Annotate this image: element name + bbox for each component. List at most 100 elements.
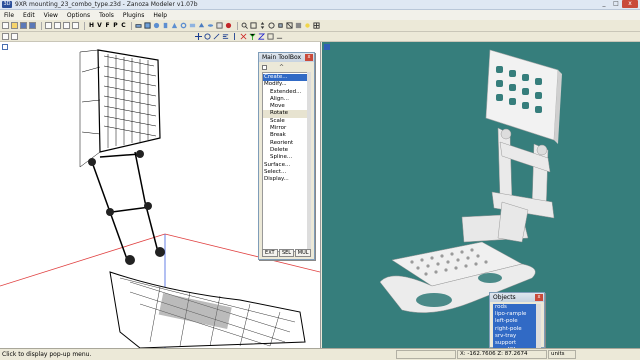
rotate-tool-icon[interactable] (204, 33, 211, 40)
main-toolbox-panel: Main ToolBox x ^ Create... Modify... Exten… (258, 52, 315, 260)
pyramid-icon[interactable] (198, 22, 205, 29)
object-list-item[interactable]: left-pole (493, 318, 536, 325)
new-file-icon[interactable] (2, 22, 9, 29)
scale-tool-icon[interactable] (213, 33, 220, 40)
toolbox-close-button[interactable]: x (305, 54, 313, 61)
tube-icon[interactable] (189, 22, 196, 29)
view-h-button[interactable]: H (88, 22, 95, 29)
view-c-button[interactable]: C (120, 22, 127, 29)
toolbox-scrollbar[interactable] (307, 72, 311, 252)
status-empty-cell (396, 350, 456, 359)
mul-button[interactable]: MUL (295, 249, 312, 257)
menu-edit[interactable]: Edit (23, 12, 35, 19)
toolbar-divider (41, 21, 42, 30)
toolbox-item[interactable]: Select... (263, 169, 310, 176)
minimize-button[interactable]: _ (598, 0, 610, 8)
undo-icon[interactable] (45, 22, 52, 29)
select-tool-icon[interactable] (2, 33, 9, 40)
toolbar-divider (84, 21, 85, 30)
plane-icon[interactable] (135, 22, 142, 29)
maximize-button[interactable]: □ (610, 0, 622, 8)
toolbox-item[interactable]: Display... (263, 176, 310, 183)
menu-tools[interactable]: Tools (99, 12, 114, 19)
toolbox-item[interactable]: Mirror (263, 125, 310, 132)
view-p-button[interactable]: P (112, 22, 119, 29)
toolbox-pin-icon[interactable] (262, 65, 267, 70)
toolbox-item[interactable]: Align... (263, 96, 310, 103)
zoom-region-icon[interactable] (250, 22, 257, 29)
viewport-corner-icon[interactable] (324, 44, 330, 50)
red-ball-icon[interactable] (225, 22, 232, 29)
toolbox-item[interactable]: Reorient (263, 140, 310, 147)
menu-plugins[interactable]: Plugins (123, 12, 145, 19)
light-icon[interactable] (304, 22, 311, 29)
object-list-item[interactable]: right-pole (493, 326, 536, 333)
toolbox-item[interactable]: Delete (263, 147, 310, 154)
object-list-item[interactable]: support (493, 340, 536, 347)
toolbox-item[interactable]: Create... (263, 74, 310, 82)
object-list-item[interactable]: lipo-rample (493, 311, 536, 318)
shaded-icon[interactable] (295, 22, 302, 29)
toolbox-titlebar[interactable]: Main ToolBox x (259, 53, 314, 62)
status-message: Click to display pop-up menu. (2, 351, 92, 358)
zoom-icon[interactable] (241, 22, 248, 29)
torus-icon[interactable] (180, 22, 187, 29)
fit-icon[interactable] (277, 22, 284, 29)
view-v-button[interactable]: V (96, 22, 103, 29)
orbit-icon[interactable] (268, 22, 275, 29)
menu-file[interactable]: File (4, 12, 14, 19)
mirror-tool-icon[interactable] (231, 33, 238, 40)
text-shape-icon[interactable] (216, 22, 223, 29)
grid-icon[interactable] (313, 22, 320, 29)
toolbox-collapse-icon[interactable]: ^ (279, 64, 284, 71)
axis-y-icon[interactable] (249, 33, 256, 40)
object-list-item[interactable]: srv-tray (493, 333, 536, 340)
box-icon[interactable] (144, 22, 151, 29)
align-tool-icon[interactable] (222, 33, 229, 40)
sel-button[interactable]: SEL (278, 249, 295, 257)
toolbox-item[interactable]: Surface... (263, 162, 310, 169)
disc-icon[interactable] (207, 22, 214, 29)
status-coordinates: X: -162.7606 Z: 87.2674 (457, 350, 547, 359)
view-f-button[interactable]: F (104, 22, 111, 29)
save-as-icon[interactable] (29, 22, 36, 29)
menu-options[interactable]: Options (67, 12, 90, 19)
move-arrows-icon[interactable] (195, 33, 202, 40)
cone-icon[interactable] (171, 22, 178, 29)
cut-icon[interactable] (63, 22, 70, 29)
objects-close-button[interactable]: x (535, 294, 543, 301)
open-folder-icon[interactable] (11, 22, 18, 29)
save-icon[interactable] (20, 22, 27, 29)
menu-view[interactable]: View (44, 12, 58, 19)
objects-scrollbar[interactable] (536, 304, 541, 348)
toolbox-item[interactable]: Modify... (263, 81, 310, 88)
ext-button[interactable]: EXT (262, 249, 278, 257)
menu-help[interactable]: Help (153, 12, 167, 19)
toolbox-item[interactable]: Break (263, 132, 310, 139)
app-logo-icon: 3D (2, 1, 12, 8)
toolbox-item[interactable]: Extended... (263, 89, 310, 96)
toolbox-item[interactable]: Spline... (263, 154, 310, 161)
toolbox-item[interactable]: Scale (263, 118, 310, 125)
wireframe-icon[interactable] (286, 22, 293, 29)
toolbox-command-list: Create... Modify... Extended... Align... Mov… (262, 72, 311, 252)
redo-icon[interactable] (54, 22, 61, 29)
cylinder-icon[interactable] (162, 22, 169, 29)
objects-panel: Objects x rods lipo-rample left-pole right-… (489, 292, 545, 348)
snap-icon[interactable] (267, 33, 274, 40)
toolbox-item[interactable]: Move (263, 103, 310, 110)
measure-icon[interactable] (276, 33, 283, 40)
object-list-item[interactable]: rods (493, 304, 536, 311)
sphere-icon[interactable] (153, 22, 160, 29)
copy-icon[interactable] (72, 22, 79, 29)
close-button[interactable]: x (622, 0, 638, 8)
toolbox-item[interactable]: Rotate (263, 110, 310, 118)
rect-select-icon[interactable] (11, 33, 18, 40)
pan-icon[interactable] (259, 22, 266, 29)
shaded-viewport[interactable] (322, 42, 640, 348)
axis-z-icon[interactable] (258, 33, 265, 40)
viewport-corner-icon[interactable] (2, 44, 8, 50)
axis-x-icon[interactable] (240, 33, 247, 40)
objects-titlebar[interactable]: Objects x (490, 293, 544, 302)
secondary-toolbar (0, 32, 640, 42)
